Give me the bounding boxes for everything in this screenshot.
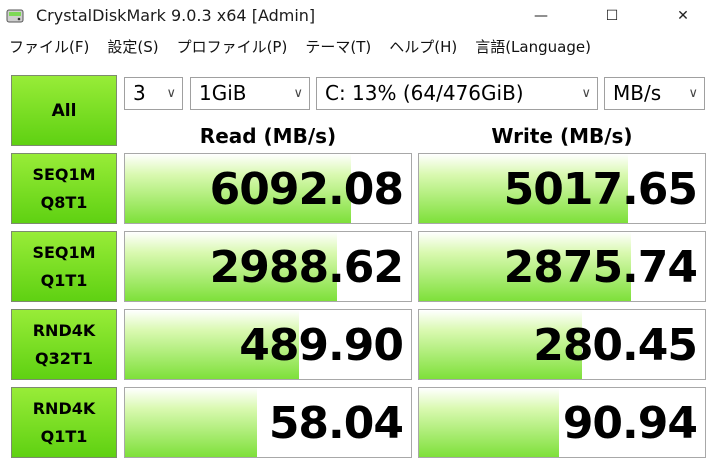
drive-value: C: 13% (64/476GiB)	[325, 81, 524, 105]
test-label-line1: SEQ1M	[32, 242, 96, 262]
menu-file[interactable]: ファイル(F)	[0, 34, 98, 60]
read-result-cell: 58.04	[124, 387, 412, 458]
window-title: CrystalDiskMark 9.0.3 x64 [Admin]	[36, 6, 316, 25]
read-result-value: 6092.08	[209, 164, 404, 215]
read-level-bar	[125, 388, 257, 457]
write-header: Write (MB/s)	[491, 124, 633, 148]
test-button-seq1m-q1t1[interactable]: SEQ1M Q1T1	[11, 231, 117, 302]
test-label-line2: Q32T1	[35, 348, 93, 368]
menu-help[interactable]: ヘルプ(H)	[380, 34, 466, 60]
chevron-down-icon: ∨	[581, 86, 591, 101]
read-result-cell: 6092.08	[124, 153, 412, 224]
count-value: 3	[133, 81, 146, 105]
title-bar: CrystalDiskMark 9.0.3 x64 [Admin] — ☐ ✕	[0, 0, 712, 32]
menu-language[interactable]: 言語(Language)	[466, 34, 600, 60]
write-result-value: 90.94	[562, 398, 698, 449]
size-value: 1GiB	[199, 81, 247, 105]
menu-settings[interactable]: 設定(S)	[98, 34, 167, 60]
read-result-cell: 2988.62	[124, 231, 412, 302]
menu-profile[interactable]: プロファイル(P)	[168, 34, 297, 60]
read-result-value: 58.04	[268, 398, 404, 449]
read-result-value: 489.90	[239, 320, 404, 371]
chevron-down-icon: ∨	[688, 86, 698, 101]
test-button-rnd4k-q32t1[interactable]: RND4K Q32T1	[11, 309, 117, 380]
test-button-rnd4k-q1t1[interactable]: RND4K Q1T1	[11, 387, 117, 458]
write-result-cell: 2875.74	[418, 231, 706, 302]
maximize-button[interactable]: ☐	[589, 0, 635, 32]
read-result-cell: 489.90	[124, 309, 412, 380]
menu-bar: ファイル(F) 設定(S) プロファイル(P) テーマ(T) ヘルプ(H) 言語…	[0, 34, 712, 60]
read-header: Read (MB/s)	[199, 124, 337, 148]
write-result-value: 5017.65	[503, 164, 698, 215]
minimize-button[interactable]: —	[518, 0, 564, 32]
chevron-down-icon: ∨	[293, 86, 303, 101]
disk-icon	[6, 9, 24, 23]
write-result-cell: 280.45	[418, 309, 706, 380]
test-label-line1: SEQ1M	[32, 164, 96, 184]
write-result-cell: 90.94	[418, 387, 706, 458]
write-result-value: 280.45	[533, 320, 698, 371]
test-label-line2: Q1T1	[40, 270, 88, 290]
read-result-value: 2988.62	[209, 242, 404, 293]
unit-select[interactable]: MB/s ∨	[604, 77, 705, 110]
menu-theme[interactable]: テーマ(T)	[296, 34, 380, 60]
all-button[interactable]: All	[11, 75, 117, 146]
count-select[interactable]: 3 ∨	[124, 77, 183, 110]
write-level-bar	[419, 388, 560, 457]
unit-value: MB/s	[613, 81, 662, 105]
test-label-line2: Q1T1	[40, 426, 88, 446]
test-label-line1: RND4K	[32, 320, 96, 340]
size-select[interactable]: 1GiB ∨	[190, 77, 310, 110]
write-result-value: 2875.74	[503, 242, 698, 293]
chevron-down-icon: ∨	[166, 86, 176, 101]
test-button-seq1m-q8t1[interactable]: SEQ1M Q8T1	[11, 153, 117, 224]
write-result-cell: 5017.65	[418, 153, 706, 224]
close-button[interactable]: ✕	[660, 0, 706, 32]
drive-select[interactable]: C: 13% (64/476GiB) ∨	[316, 77, 598, 110]
test-label-line1: RND4K	[32, 398, 96, 418]
test-label-line2: Q8T1	[40, 192, 88, 212]
